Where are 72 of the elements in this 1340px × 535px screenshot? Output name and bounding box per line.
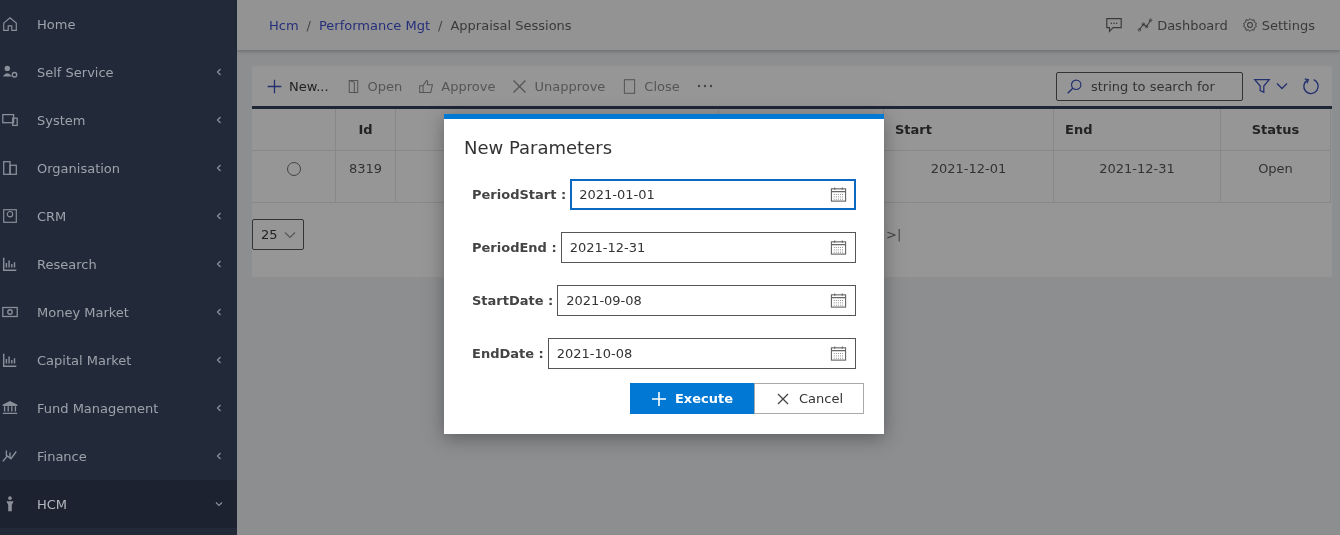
chat-icon[interactable] xyxy=(1105,16,1124,34)
breadcrumb-link[interactable]: Performance Mgt xyxy=(319,17,431,33)
settings-icon xyxy=(1241,17,1258,33)
sidebar-item[interactable]: Home xyxy=(0,0,237,48)
chevron-left-icon xyxy=(215,116,223,124)
chevron-down-icon xyxy=(283,230,296,239)
plus-icon xyxy=(266,77,283,95)
sidebar-item[interactable]: Money Market xyxy=(0,288,237,336)
chevron-left-icon xyxy=(215,356,223,364)
sidebar-item[interactable]: CRM xyxy=(0,192,237,240)
home-icon xyxy=(1,15,19,33)
chevron-left-icon xyxy=(215,308,223,316)
field-label: EndDate : xyxy=(472,346,544,361)
page-size-select[interactable]: 25 xyxy=(252,219,304,250)
table-cell: Open xyxy=(1221,151,1331,203)
bar-chart-icon xyxy=(1,351,19,369)
person-gear-icon xyxy=(1,63,19,81)
field-label: StartDate : xyxy=(472,293,554,308)
plus-icon xyxy=(650,390,667,407)
sidebar-item[interactable]: Self Service xyxy=(0,48,237,96)
calendar-icon[interactable] xyxy=(830,292,847,309)
date-field[interactable]: 2021-10-08 xyxy=(547,338,856,369)
sidebar-item[interactable]: Research xyxy=(0,240,237,288)
breadcrumb-separator: / xyxy=(306,17,311,33)
field-label: PeriodEnd : xyxy=(472,240,557,255)
column-header[interactable]: Status xyxy=(1221,109,1331,151)
dialog-title: New Parameters xyxy=(464,137,613,158)
settings-link[interactable]: Settings xyxy=(1241,17,1315,33)
chevron-left-icon xyxy=(215,164,223,172)
last-page-button[interactable]: >| xyxy=(886,227,902,242)
cancel-button[interactable]: Cancel xyxy=(753,383,864,414)
chevron-down-icon xyxy=(215,500,223,508)
chevron-left-icon xyxy=(215,404,223,412)
chevron-left-icon xyxy=(215,68,223,76)
sidebar-item[interactable]: Organisation xyxy=(0,144,237,192)
column-header[interactable]: End xyxy=(1054,109,1221,151)
calendar-icon[interactable] xyxy=(830,345,847,362)
contact-card-icon xyxy=(1,207,19,225)
calendar-icon[interactable] xyxy=(830,239,847,256)
sidebar-item[interactable]: System xyxy=(0,96,237,144)
sidebar-item[interactable]: Capital Market xyxy=(0,336,237,384)
chevron-left-icon xyxy=(215,260,223,268)
filter-icon[interactable] xyxy=(1253,77,1271,95)
monitor-icon xyxy=(1,111,19,129)
thumbs-up-icon xyxy=(418,77,436,95)
date-field[interactable]: 2021-01-01 xyxy=(570,179,856,210)
date-field[interactable]: 2021-12-31 xyxy=(560,232,856,263)
breadcrumb-separator: / xyxy=(438,17,443,33)
toolbar-button[interactable]: New... xyxy=(266,77,329,95)
chevron-left-icon xyxy=(215,212,223,220)
execute-button[interactable]: Execute xyxy=(629,383,754,414)
breadcrumb-link[interactable]: Hcm xyxy=(269,17,299,33)
search-field[interactable]: string to search for xyxy=(1056,71,1243,101)
column-header[interactable]: Id xyxy=(336,109,396,151)
sidebar-item[interactable]: Fund Management xyxy=(0,384,237,432)
field-label: PeriodStart : xyxy=(472,187,567,202)
date-field[interactable]: 2021-09-08 xyxy=(557,285,856,316)
id-link[interactable]: 8319 xyxy=(336,151,396,203)
building-icon xyxy=(1,159,19,177)
breadcrumb-current: Appraisal Sessions xyxy=(450,17,572,33)
bar-chart-icon xyxy=(1,255,19,273)
sidebar-item[interactable]: HCM xyxy=(0,480,237,528)
sidebar-item[interactable]: Finance xyxy=(0,432,237,480)
refresh-icon[interactable] xyxy=(1302,77,1320,95)
table-cell: 2021-12-31 xyxy=(1054,151,1221,203)
search-icon xyxy=(1066,77,1083,95)
calendar-icon[interactable] xyxy=(830,186,847,203)
line-chart-icon xyxy=(1137,17,1154,33)
more-icon[interactable] xyxy=(695,83,714,89)
dashboard-link[interactable]: Dashboard xyxy=(1137,17,1228,33)
chevron-left-icon xyxy=(215,452,223,460)
bank-icon xyxy=(1,399,19,417)
